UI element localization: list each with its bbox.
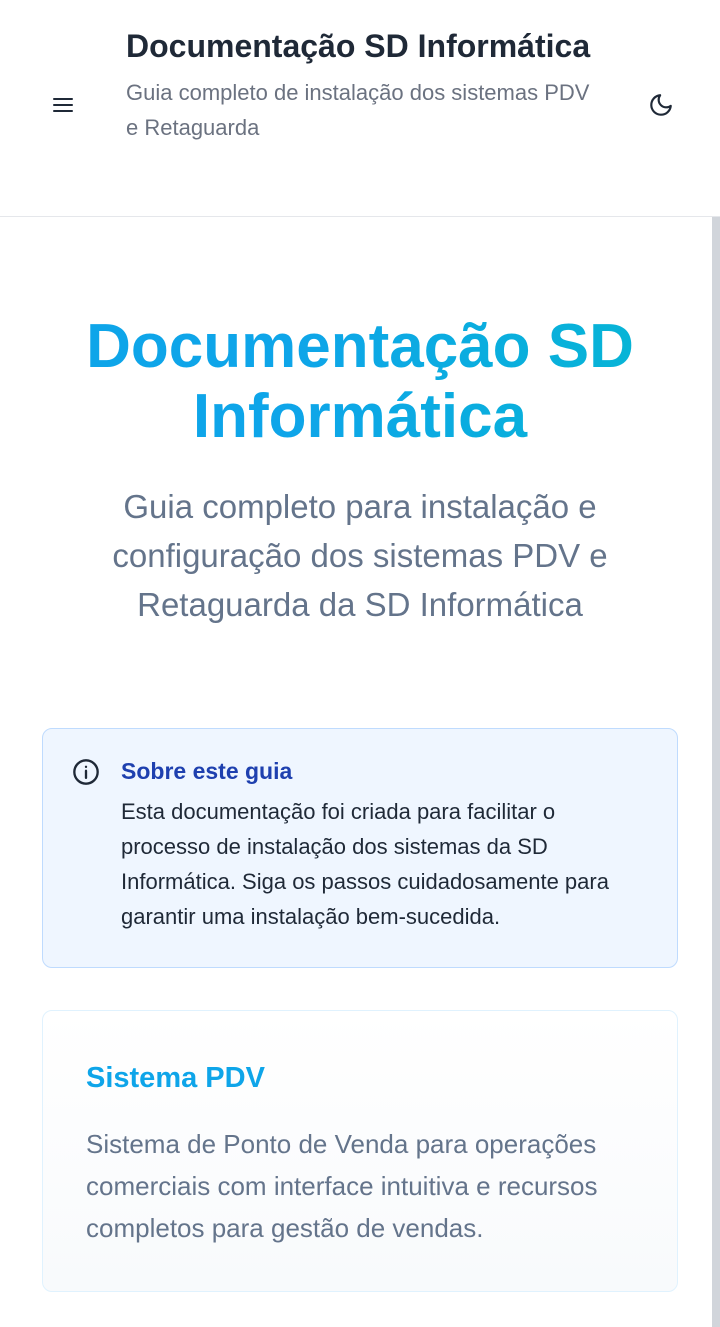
moon-icon <box>650 94 672 116</box>
card-description: Sistema de Ponto de Venda para operações… <box>86 1129 598 1243</box>
hero-subtitle: Guia completo para instalação e configur… <box>112 488 608 623</box>
menu-button[interactable] <box>44 86 82 124</box>
header-text: Documentação SD Informática Guia complet… <box>126 22 606 145</box>
header-subtitle: Guia completo de instalação dos sistemas… <box>126 80 590 140</box>
info-title: Sobre este guia <box>121 758 293 784</box>
hero-title: Documentação SD Informática <box>40 312 680 452</box>
info-callout: Sobre este guia Esta documentação foi cr… <box>42 728 678 968</box>
scrollbar[interactable] <box>712 217 720 1327</box>
info-circle-icon <box>73 759 99 785</box>
card-title: Sistema PDV <box>86 1062 265 1094</box>
theme-toggle-button[interactable] <box>642 86 680 124</box>
top-app-bar: Documentação SD Informática Guia complet… <box>0 0 720 217</box>
hamburger-menu-icon <box>53 98 73 112</box>
header-title: Documentação SD Informática <box>126 28 591 64</box>
info-text: Esta documentação foi criada para facili… <box>121 799 609 929</box>
system-card-pdv[interactable]: Sistema PDV Sistema de Ponto de Venda pa… <box>42 1010 678 1292</box>
